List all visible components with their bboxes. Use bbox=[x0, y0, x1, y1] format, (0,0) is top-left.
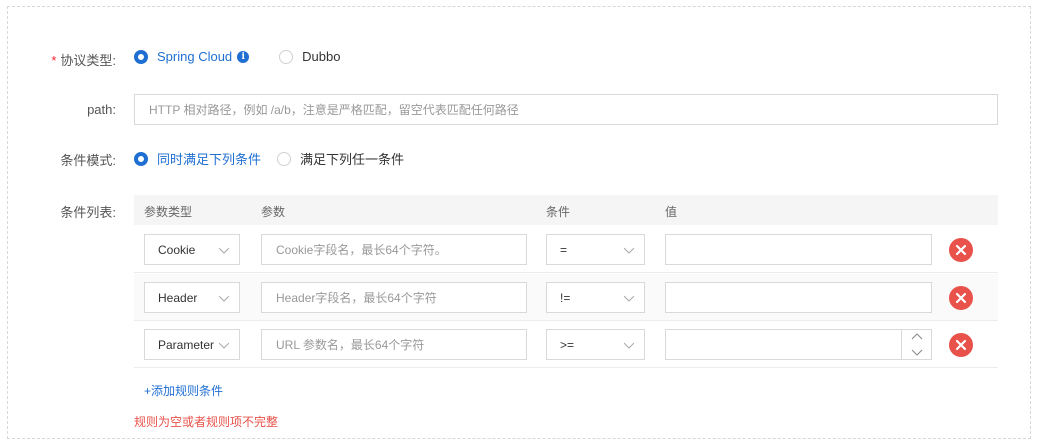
validation-error: 规则为空或者规则项不完整 bbox=[134, 415, 279, 429]
delete-row-button[interactable] bbox=[949, 286, 973, 310]
path-input[interactable]: HTTP 相对路径，例如 /a/b，注意是严格匹配，留空代表匹配任何路径 bbox=[134, 94, 998, 125]
add-condition-link[interactable]: +添加规则条件 bbox=[144, 382, 223, 399]
delete-row-button[interactable] bbox=[949, 333, 973, 357]
param-type-select[interactable]: Cookie bbox=[144, 234, 240, 265]
conditions-label: 条件列表: bbox=[60, 205, 116, 220]
close-icon bbox=[955, 339, 967, 351]
mode-label: 条件模式: bbox=[60, 153, 116, 168]
chevron-down-icon bbox=[219, 342, 229, 349]
radio-checked-icon bbox=[134, 151, 148, 166]
condition-select[interactable]: = bbox=[546, 234, 645, 265]
table-row: Cookie Cookie字段名，最长64个字符。 = bbox=[134, 226, 998, 273]
close-icon bbox=[955, 244, 967, 256]
number-stepper bbox=[901, 330, 931, 359]
path-label: path: bbox=[87, 102, 116, 117]
param-name-input[interactable]: Header字段名，最长64个字符 bbox=[261, 282, 527, 313]
column-header: 条件 bbox=[546, 205, 571, 219]
table-row: Header Header字段名，最长64个字符 != bbox=[134, 274, 998, 321]
radio-unchecked-icon bbox=[279, 49, 294, 64]
radio-all-conditions[interactable]: 同时满足下列条件 bbox=[134, 149, 261, 168]
param-type-select[interactable]: Parameter bbox=[144, 329, 240, 360]
info-icon[interactable]: i bbox=[237, 50, 250, 63]
radio-spring-cloud[interactable]: Spring Cloud i bbox=[134, 49, 250, 64]
chevron-up-icon[interactable] bbox=[902, 330, 932, 344]
protocol-radio-group: Spring Cloud i Dubbo bbox=[134, 49, 340, 64]
value-input[interactable] bbox=[665, 234, 932, 265]
radio-any-condition[interactable]: 满足下列任一条件 bbox=[277, 149, 404, 168]
chevron-down-icon bbox=[219, 295, 229, 302]
radio-unchecked-icon bbox=[277, 151, 292, 166]
delete-row-button[interactable] bbox=[949, 238, 973, 262]
path-input-placeholder: HTTP 相对路径，例如 /a/b，注意是严格匹配，留空代表匹配任何路径 bbox=[149, 103, 519, 117]
chevron-down-icon bbox=[624, 342, 634, 349]
chevron-down-icon bbox=[624, 295, 634, 302]
chevron-down-icon[interactable] bbox=[902, 345, 932, 359]
conditions-table: 参数类型 参数 条件 值 Cookie Cookie字段名，最长64个字符。 =… bbox=[134, 195, 998, 368]
param-name-input[interactable]: Cookie字段名，最长64个字符。 bbox=[261, 234, 527, 265]
table-header: 参数类型 参数 条件 值 bbox=[134, 195, 998, 225]
param-name-input[interactable]: URL 参数名，最长64个字符 bbox=[261, 329, 527, 360]
column-header: 参数类型 bbox=[144, 205, 193, 219]
radio-dubbo[interactable]: Dubbo bbox=[279, 49, 340, 64]
radio-checked-icon bbox=[134, 49, 148, 64]
mode-radio-group: 同时满足下列条件 满足下列任一条件 bbox=[134, 149, 404, 168]
required-asterisk: * bbox=[51, 53, 57, 68]
column-header: 参数 bbox=[261, 205, 286, 219]
chevron-down-icon bbox=[219, 247, 229, 254]
close-icon bbox=[955, 292, 967, 304]
param-type-select[interactable]: Header bbox=[144, 282, 240, 313]
value-number-input[interactable] bbox=[665, 329, 932, 360]
value-input[interactable] bbox=[665, 282, 932, 313]
protocol-label: * 协议类型: bbox=[51, 53, 116, 68]
condition-select[interactable]: >= bbox=[546, 329, 645, 360]
table-row: Parameter URL 参数名，最长64个字符 >= bbox=[134, 321, 998, 368]
condition-select[interactable]: != bbox=[546, 282, 645, 313]
chevron-down-icon bbox=[624, 247, 634, 254]
column-header: 值 bbox=[665, 205, 678, 219]
